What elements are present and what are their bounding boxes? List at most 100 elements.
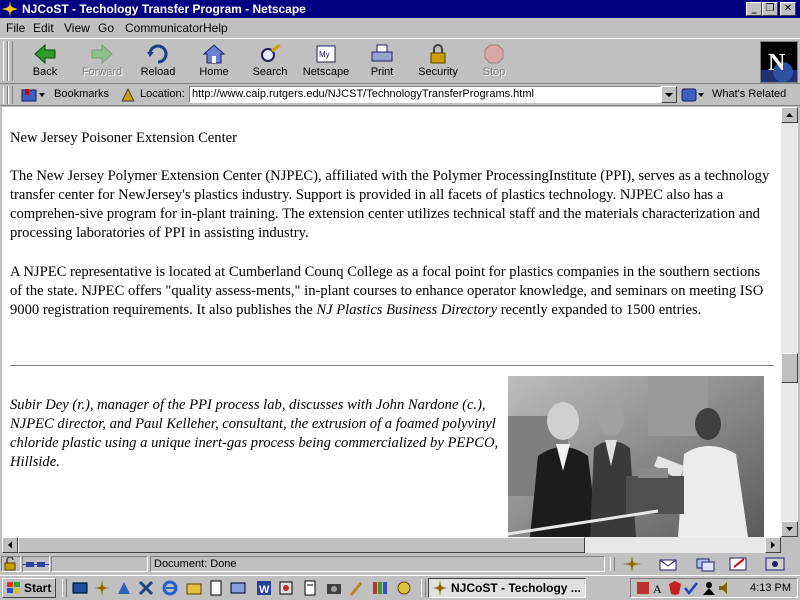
netscape-logo-icon[interactable]: N bbox=[760, 41, 798, 83]
folder-quicklaunch-icon[interactable] bbox=[186, 580, 202, 596]
location-grip-2[interactable] bbox=[8, 86, 13, 104]
page-content[interactable]: New Jersey Poisoner Extension Center The… bbox=[2, 107, 781, 537]
utility-quicklaunch-icon[interactable] bbox=[138, 580, 154, 596]
menu-help[interactable]: Help bbox=[203, 21, 228, 35]
paint-quicklaunch-icon[interactable] bbox=[396, 580, 412, 596]
scroll-down-button[interactable] bbox=[781, 521, 798, 537]
horizontal-scroll-thumb[interactable] bbox=[18, 537, 585, 553]
print-label: Print bbox=[370, 66, 394, 78]
search-icon bbox=[261, 43, 281, 62]
back-arrow-icon bbox=[34, 43, 56, 65]
composer-icon[interactable] bbox=[728, 556, 752, 572]
books-quicklaunch-icon[interactable] bbox=[372, 580, 388, 596]
back-button[interactable]: Back bbox=[17, 41, 73, 83]
my-netscape-icon: My bbox=[316, 45, 336, 63]
paragraph-njpec-representative: A NJPEC representative is located at Cum… bbox=[10, 263, 772, 320]
notepad-quicklaunch-icon[interactable] bbox=[302, 580, 318, 596]
paragraph-text-2: recently expanded to 1500 entries. bbox=[497, 302, 702, 318]
pen-quicklaunch-icon[interactable] bbox=[348, 580, 364, 596]
netscape-quicklaunch-icon[interactable] bbox=[94, 580, 110, 596]
photo-caption: Subir Dey (r.), manager of the PPI proce… bbox=[10, 397, 499, 470]
navigator-icon[interactable] bbox=[622, 556, 642, 572]
tray-checkmark-icon[interactable] bbox=[683, 580, 699, 596]
search-label: Search bbox=[252, 66, 288, 78]
taskbar-clock[interactable]: 4:13 PM bbox=[750, 582, 791, 594]
ftp-quicklaunch-icon[interactable] bbox=[230, 580, 246, 596]
windows-logo-icon bbox=[7, 582, 20, 593]
whats-related-button[interactable]: What's Related bbox=[681, 86, 796, 104]
location-label: Location: bbox=[140, 88, 185, 100]
whats-related-label: What's Related bbox=[712, 88, 787, 100]
toolbar-grip-2[interactable] bbox=[8, 41, 13, 81]
tray-antivirus-icon[interactable] bbox=[667, 580, 683, 596]
image-quicklaunch-icon[interactable] bbox=[278, 580, 294, 596]
tray-user-icon[interactable] bbox=[701, 580, 717, 596]
scroll-up-button[interactable] bbox=[781, 107, 798, 123]
bookmarks-icon bbox=[21, 89, 45, 102]
tool-quicklaunch-icon[interactable] bbox=[116, 580, 132, 596]
progress-bar bbox=[51, 556, 148, 572]
menu-edit[interactable]: Edit bbox=[33, 21, 54, 35]
url-history-dropdown[interactable] bbox=[661, 86, 677, 103]
scroll-right-button[interactable] bbox=[765, 537, 781, 553]
netscape-button[interactable]: My Netscape bbox=[298, 41, 354, 83]
location-toolbar: Bookmarks Location: http://www.caip.rutg… bbox=[0, 84, 800, 106]
minimize-button[interactable]: _ bbox=[746, 2, 762, 16]
home-icon bbox=[202, 44, 226, 64]
netscape-app-icon[interactable] bbox=[2, 1, 18, 17]
maximize-button[interactable]: ❐ bbox=[762, 2, 778, 16]
document-quicklaunch-icon[interactable] bbox=[208, 580, 224, 596]
quicklaunch-grip[interactable] bbox=[62, 579, 67, 597]
arrow-up-icon bbox=[786, 113, 793, 117]
netscape-task-icon bbox=[432, 580, 448, 596]
menu-communicator[interactable]: Communicator bbox=[125, 21, 203, 35]
tray-app-icon[interactable] bbox=[635, 580, 651, 596]
window-title-bar[interactable]: NJCoST - Techology Transfer Program - Ne… bbox=[0, 0, 800, 18]
arrow-right-icon bbox=[771, 541, 775, 549]
reload-icon bbox=[147, 44, 168, 64]
tray-font-icon[interactable]: A bbox=[651, 580, 667, 596]
show-desktop-icon[interactable] bbox=[72, 580, 88, 596]
instant-message-icon[interactable] bbox=[764, 556, 788, 572]
stop-button[interactable]: Stop bbox=[466, 41, 522, 83]
horizontal-rule bbox=[10, 365, 774, 367]
url-input[interactable]: http://www.caip.rutgers.edu/NJCST/Techno… bbox=[189, 86, 661, 103]
close-button[interactable]: ✕ bbox=[780, 2, 796, 16]
menu-go[interactable]: Go bbox=[98, 21, 114, 35]
scroll-left-button[interactable] bbox=[2, 537, 18, 553]
word-quicklaunch-icon[interactable]: W bbox=[256, 580, 272, 596]
bookmarks-button[interactable]: Bookmarks bbox=[20, 86, 112, 104]
start-label: Start bbox=[24, 581, 52, 595]
mail-icon[interactable] bbox=[658, 556, 682, 572]
security-button[interactable]: Security bbox=[410, 41, 466, 83]
printer-icon bbox=[371, 44, 393, 62]
directory-title: NJ Plastics Business Directory bbox=[316, 302, 498, 318]
internet-explorer-icon[interactable] bbox=[162, 580, 178, 596]
stop-icon bbox=[484, 44, 504, 64]
forward-label: Forward bbox=[81, 66, 123, 78]
stop-label: Stop bbox=[482, 66, 506, 78]
start-button[interactable]: Start bbox=[2, 578, 56, 598]
page-proxy-icon[interactable] bbox=[120, 87, 136, 103]
reload-button[interactable]: Reload bbox=[130, 41, 186, 83]
home-button[interactable]: Home bbox=[186, 41, 242, 83]
menu-view[interactable]: View bbox=[64, 21, 90, 35]
task-label: NJCoST - Techology ... bbox=[451, 581, 581, 595]
svg-text:My: My bbox=[319, 50, 330, 59]
menu-file[interactable]: File bbox=[6, 21, 25, 35]
camera-quicklaunch-icon[interactable] bbox=[326, 580, 342, 596]
search-button[interactable]: Search bbox=[242, 41, 298, 83]
taskbar-netscape-window[interactable]: NJCoST - Techology ... bbox=[428, 578, 586, 598]
tray-volume-icon[interactable] bbox=[717, 580, 733, 596]
newsgroups-icon[interactable] bbox=[694, 556, 718, 572]
vertical-scrollbar[interactable] bbox=[781, 107, 798, 537]
connection-plug-icon bbox=[23, 562, 49, 567]
component-bar bbox=[608, 556, 798, 572]
forward-button[interactable]: Forward bbox=[74, 41, 130, 83]
horizontal-scrollbar[interactable] bbox=[2, 537, 781, 553]
vertical-scroll-thumb[interactable] bbox=[781, 353, 798, 383]
security-status[interactable] bbox=[1, 556, 21, 572]
component-grip[interactable] bbox=[610, 557, 615, 571]
tasks-grip[interactable] bbox=[421, 579, 426, 597]
print-button[interactable]: Print bbox=[354, 41, 410, 83]
